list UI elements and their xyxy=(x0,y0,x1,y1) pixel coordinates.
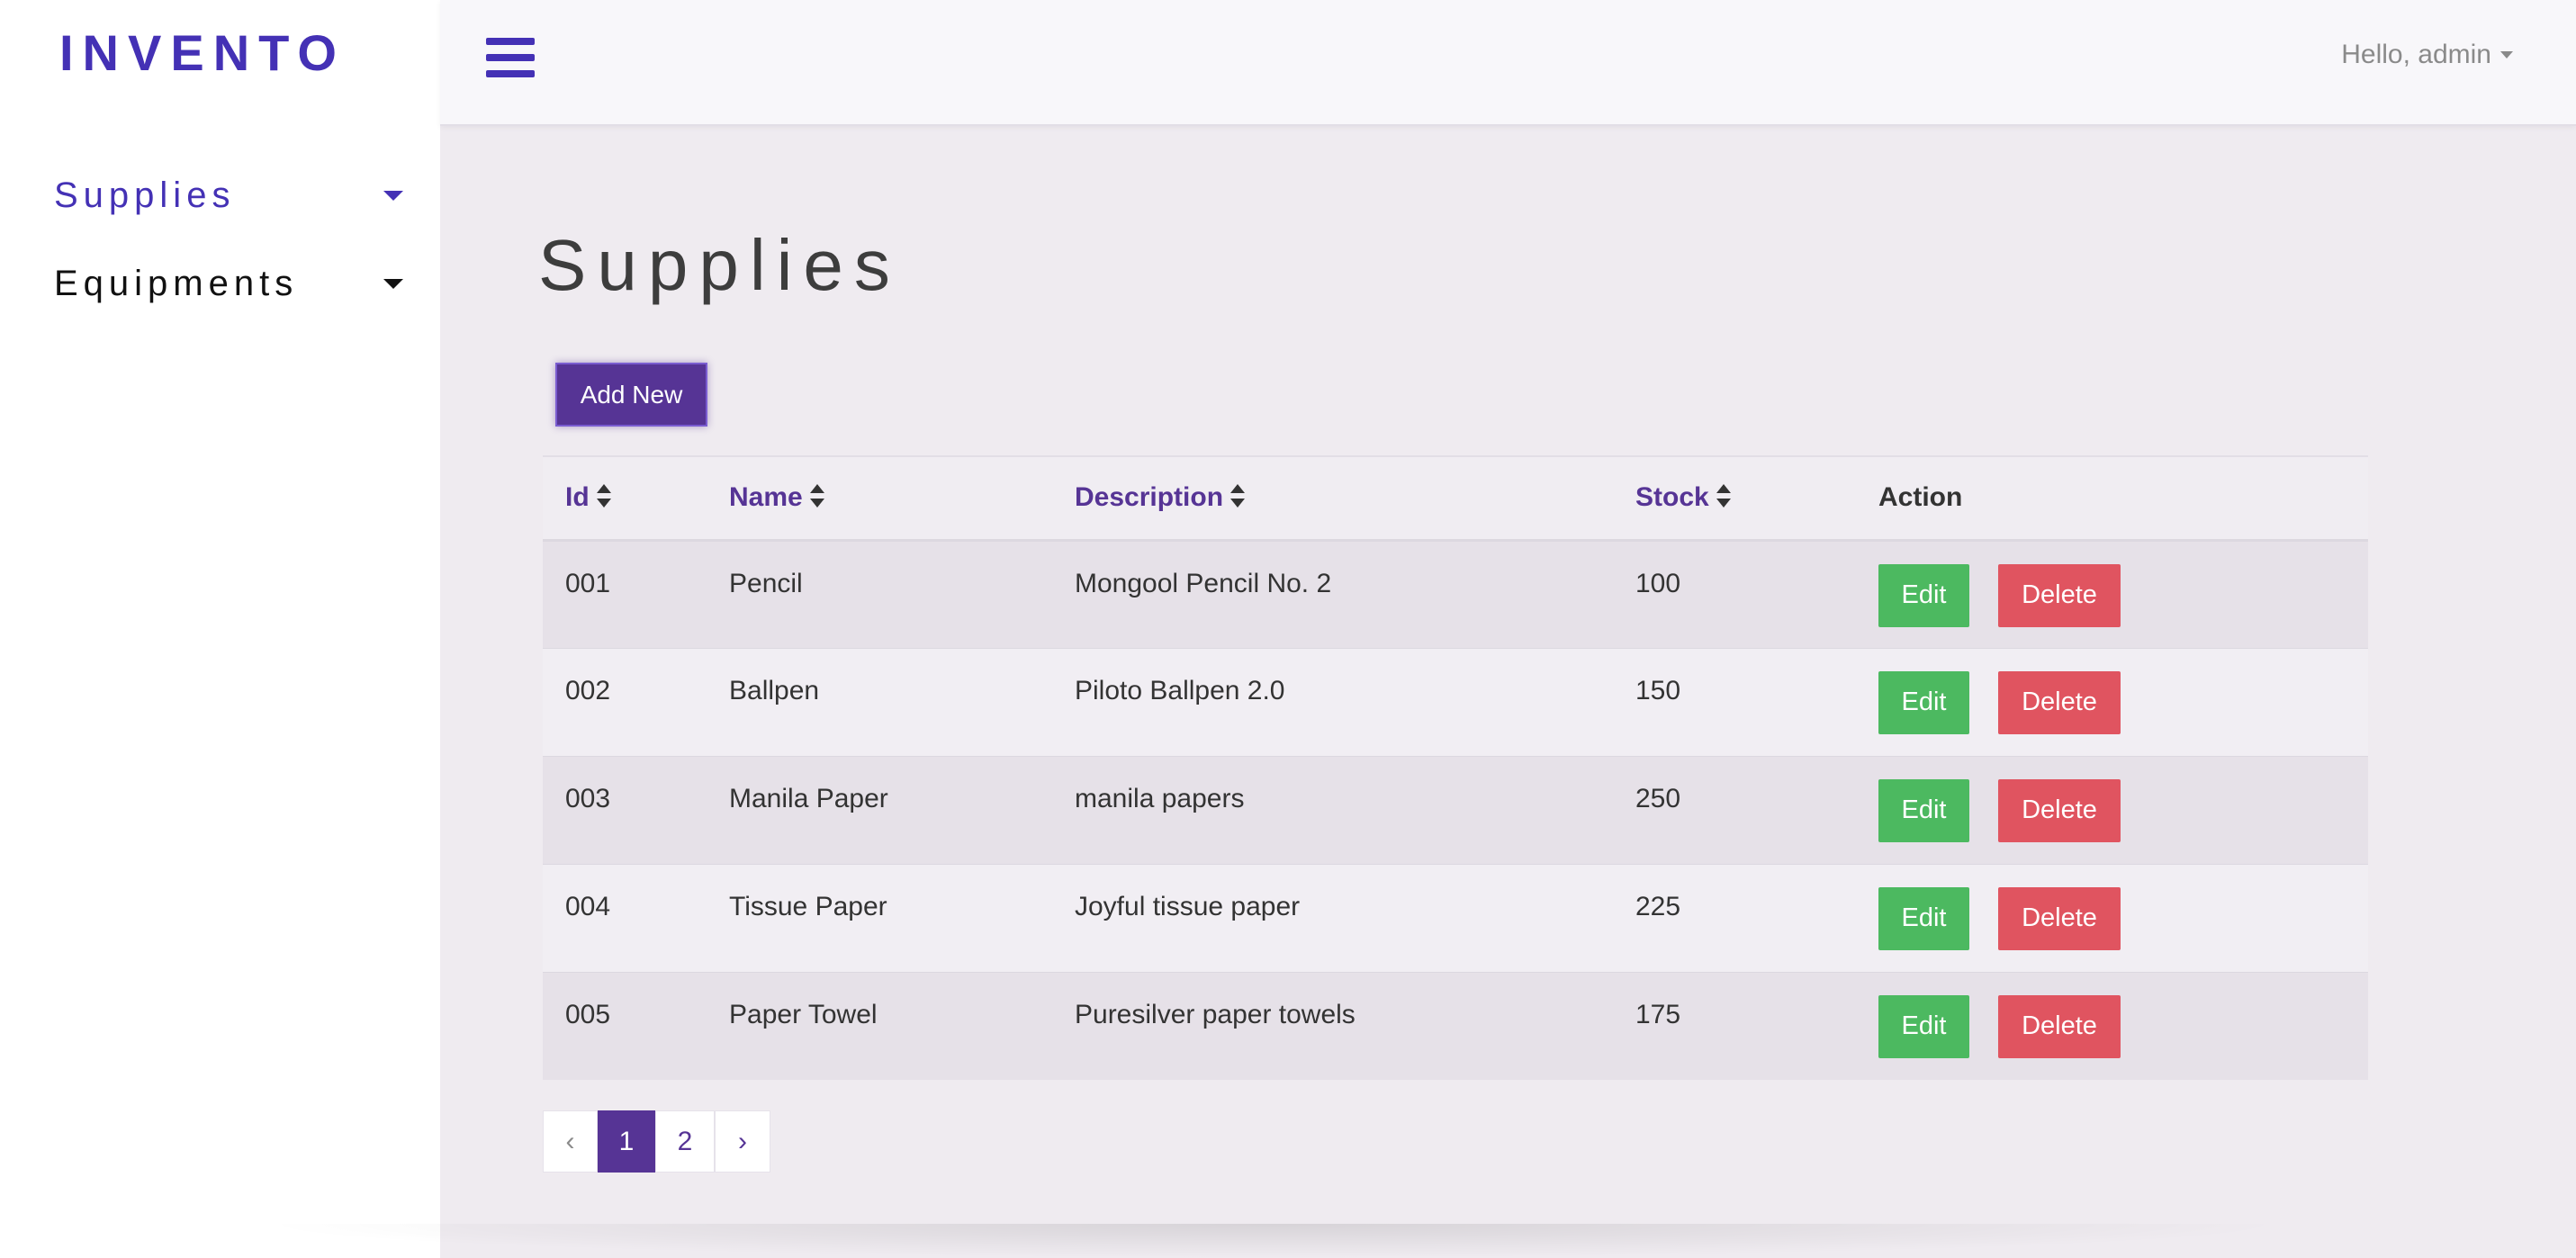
edit-button[interactable]: Edit xyxy=(1878,994,1969,1058)
table-row: 001 Pencil Mongool Pencil No. 2 100 Edit… xyxy=(543,539,2368,648)
chevron-down-icon xyxy=(383,278,403,289)
cell-name: Paper Towel xyxy=(707,971,1052,1080)
cell-action: Edit Delete xyxy=(1856,539,2368,648)
brand-logo[interactable]: INVENTO xyxy=(59,22,346,85)
cell-stock: 225 xyxy=(1613,863,1856,972)
edit-button[interactable]: Edit xyxy=(1878,670,1969,734)
table-header-row: Id Name Description Stock Action xyxy=(543,455,2368,542)
pagination-page-1[interactable]: 1 xyxy=(598,1110,655,1173)
column-header-id[interactable]: Id xyxy=(543,455,707,542)
cell-id: 004 xyxy=(543,863,707,972)
cell-action: Edit Delete xyxy=(1856,647,2368,756)
caret-down-icon xyxy=(2500,51,2513,58)
delete-button[interactable]: Delete xyxy=(1998,563,2121,627)
cell-id: 002 xyxy=(543,647,707,756)
footer-shadow xyxy=(252,1224,2295,1258)
edit-button[interactable]: Edit xyxy=(1878,778,1969,842)
hamburger-icon[interactable] xyxy=(486,38,535,77)
cell-name: Manila Paper xyxy=(707,755,1052,864)
edit-button[interactable]: Edit xyxy=(1878,563,1969,627)
cell-id: 001 xyxy=(543,539,707,648)
edit-button[interactable]: Edit xyxy=(1878,886,1969,950)
table-row: 005 Paper Towel Puresilver paper towels … xyxy=(543,971,2368,1080)
column-label: Name xyxy=(729,482,803,513)
hamburger-line xyxy=(486,38,535,45)
sidebar-item-equipments[interactable]: Equipments xyxy=(54,256,410,310)
column-label: Action xyxy=(1878,482,1963,513)
table-row: 004 Tissue Paper Joyful tissue paper 225… xyxy=(543,863,2368,972)
column-header-description[interactable]: Description xyxy=(1052,455,1613,542)
sort-icon xyxy=(596,484,611,508)
sort-icon xyxy=(1716,484,1731,508)
cell-description: Mongool Pencil No. 2 xyxy=(1052,539,1613,648)
cell-stock: 150 xyxy=(1613,647,1856,756)
sort-icon xyxy=(1230,484,1246,508)
pagination-next-button[interactable]: › xyxy=(715,1110,770,1173)
cell-name: Tissue Paper xyxy=(707,863,1052,972)
cell-action: Edit Delete xyxy=(1856,863,2368,972)
table-row: 002 Ballpen Piloto Ballpen 2.0 150 Edit D… xyxy=(543,647,2368,756)
sidebar-item-label: Supplies xyxy=(54,175,236,215)
user-greeting: Hello, admin xyxy=(2341,40,2491,69)
column-header-action: Action xyxy=(1856,455,2368,542)
sidebar: INVENTO Supplies Equipments xyxy=(0,0,440,1258)
cell-stock: 100 xyxy=(1613,539,1856,648)
cell-description: Piloto Ballpen 2.0 xyxy=(1052,647,1613,756)
cell-action: Edit Delete xyxy=(1856,971,2368,1080)
cell-stock: 175 xyxy=(1613,971,1856,1080)
cell-name: Ballpen xyxy=(707,647,1052,756)
cell-id: 005 xyxy=(543,971,707,1080)
delete-button[interactable]: Delete xyxy=(1998,778,2121,842)
cell-action: Edit Delete xyxy=(1856,755,2368,864)
cell-id: 003 xyxy=(543,755,707,864)
table-row: 003 Manila Paper manila papers 250 Edit D… xyxy=(543,755,2368,864)
column-label: Stock xyxy=(1635,482,1709,513)
column-label: Description xyxy=(1075,482,1224,513)
user-dropdown[interactable]: Hello, admin xyxy=(2341,40,2513,70)
cell-description: manila papers xyxy=(1052,755,1613,864)
delete-button[interactable]: Delete xyxy=(1998,670,2121,734)
add-new-button[interactable]: Add New xyxy=(555,363,707,427)
chevron-down-icon xyxy=(383,190,403,201)
column-label: Id xyxy=(565,482,590,513)
delete-button[interactable]: Delete xyxy=(1998,994,2121,1058)
sort-icon xyxy=(809,484,824,508)
pagination: ‹ 1 2 › xyxy=(543,1110,770,1173)
column-header-name[interactable]: Name xyxy=(707,455,1052,542)
top-navbar: Hello, admin xyxy=(440,0,2576,126)
column-header-stock[interactable]: Stock xyxy=(1613,455,1856,542)
sidebar-item-label: Equipments xyxy=(54,263,299,303)
pagination-page-2[interactable]: 2 xyxy=(655,1110,715,1173)
page-title: Supplies xyxy=(538,225,901,305)
cell-stock: 250 xyxy=(1613,755,1856,864)
cell-description: Joyful tissue paper xyxy=(1052,863,1613,972)
hamburger-line xyxy=(486,70,535,77)
hamburger-line xyxy=(486,54,535,61)
cell-name: Pencil xyxy=(707,539,1052,648)
supplies-table: Id Name Description Stock Action 001 Pen… xyxy=(543,455,2368,1080)
delete-button[interactable]: Delete xyxy=(1998,886,2121,950)
cell-description: Puresilver paper towels xyxy=(1052,971,1613,1080)
pagination-prev-button[interactable]: ‹ xyxy=(543,1110,598,1173)
sidebar-item-supplies[interactable]: Supplies xyxy=(54,168,410,222)
